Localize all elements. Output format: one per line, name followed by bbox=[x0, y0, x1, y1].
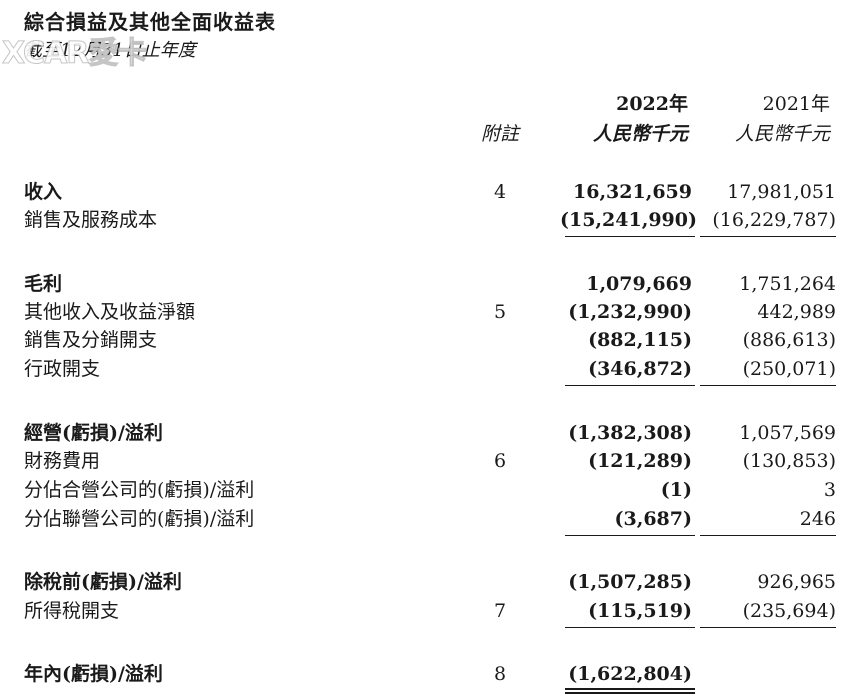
row-label-revenue: 收入 bbox=[24, 181, 63, 203]
row-note-result-for-year: 8 bbox=[493, 663, 507, 685]
row-value-2022-finance-costs: (121,289) bbox=[588, 450, 692, 472]
subtotal-rule-2021 bbox=[700, 385, 836, 386]
row-value-2022-pre-tax-result: (1,507,285) bbox=[568, 571, 692, 593]
row-value-2022-income-tax: (115,519) bbox=[588, 600, 692, 622]
row-value-2021-share-joint-ventures: 3 bbox=[823, 479, 836, 501]
row-value-2022-selling-expenses: (882,115) bbox=[588, 329, 692, 351]
row-value-2021-gross-profit: 1,751,264 bbox=[739, 273, 836, 295]
row-label-gross-profit: 毛利 bbox=[24, 273, 63, 295]
row-value-2021-finance-costs: (130,853) bbox=[742, 450, 836, 472]
row-value-2021-share-associates: 246 bbox=[799, 508, 836, 530]
row-note-revenue: 4 bbox=[493, 181, 507, 203]
row-value-2021-cost-of-sales: (16,229,787) bbox=[712, 209, 836, 231]
subtotal-rule-2021 bbox=[700, 236, 836, 237]
row-value-2021-operating-result: 1,057,569 bbox=[739, 422, 836, 444]
row-label-pre-tax-result: 除稅前(虧損)/溢利 bbox=[24, 571, 182, 593]
total-double-rule-2022 bbox=[565, 688, 695, 690]
row-note-finance-costs: 6 bbox=[493, 450, 507, 472]
row-label-share-joint-ventures: 分佔合營公司的(虧損)/溢利 bbox=[24, 479, 255, 501]
column-header-2022-year: 2022年 bbox=[616, 93, 688, 115]
row-value-2021-admin-expenses: (250,071) bbox=[742, 358, 836, 380]
subtotal-rule-2022 bbox=[565, 385, 695, 386]
row-value-2022-cost-of-sales: (15,241,990) bbox=[560, 209, 697, 231]
subtotal-rule-2022 bbox=[565, 236, 695, 237]
subtotal-rule-2021 bbox=[700, 627, 836, 628]
row-note-other-income: 5 bbox=[493, 301, 507, 323]
total-double-rule-2022 bbox=[565, 692, 695, 694]
row-value-2022-result-for-year: (1,622,804) bbox=[568, 663, 692, 685]
row-label-cost-of-sales: 銷售及服務成本 bbox=[24, 209, 158, 231]
row-value-2022-share-joint-ventures: (1) bbox=[660, 479, 692, 501]
row-value-2021-selling-expenses: (886,613) bbox=[742, 329, 836, 351]
row-label-finance-costs: 財務費用 bbox=[24, 450, 101, 472]
subtotal-rule-2021 bbox=[700, 535, 836, 536]
row-value-2022-admin-expenses: (346,872) bbox=[588, 358, 692, 380]
row-label-operating-result: 經營(虧損)/溢利 bbox=[24, 422, 163, 444]
row-label-income-tax: 所得稅開支 bbox=[24, 600, 120, 622]
row-value-2021-revenue: 17,981,051 bbox=[727, 181, 836, 203]
subtotal-rule-2022 bbox=[565, 535, 695, 536]
row-value-2022-other-income: (1,232,990) bbox=[568, 301, 692, 323]
row-value-2022-revenue: 16,321,659 bbox=[573, 181, 692, 203]
column-header-2022-unit: 人民幣千元 bbox=[592, 123, 688, 145]
row-value-2022-gross-profit: 1,079,669 bbox=[586, 273, 692, 295]
row-label-other-income: 其他收入及收益淨額 bbox=[24, 301, 196, 323]
watermark-logo: XCAR愛卡 bbox=[1, 36, 147, 72]
row-value-2021-income-tax: (235,694) bbox=[742, 600, 836, 622]
row-note-income-tax: 7 bbox=[493, 600, 507, 622]
column-header-2021-year: 2021年 bbox=[762, 93, 830, 115]
row-value-2022-operating-result: (1,382,308) bbox=[568, 422, 692, 444]
column-header-2021-unit: 人民幣千元 bbox=[734, 123, 830, 145]
subtotal-rule-2022 bbox=[565, 627, 695, 628]
row-label-result-for-year: 年內(虧損)/溢利 bbox=[24, 663, 163, 685]
row-label-share-associates: 分佔聯營公司的(虧損)/溢利 bbox=[24, 508, 255, 530]
row-value-2021-pre-tax-result: 926,965 bbox=[757, 571, 836, 593]
column-header-note: 附註 bbox=[480, 123, 519, 145]
row-value-2022-share-associates: (3,687) bbox=[614, 508, 692, 530]
row-label-selling-expenses: 銷售及分銷開支 bbox=[24, 329, 158, 351]
row-label-admin-expenses: 行政開支 bbox=[24, 358, 101, 380]
row-value-2021-other-income: 442,989 bbox=[757, 301, 836, 323]
